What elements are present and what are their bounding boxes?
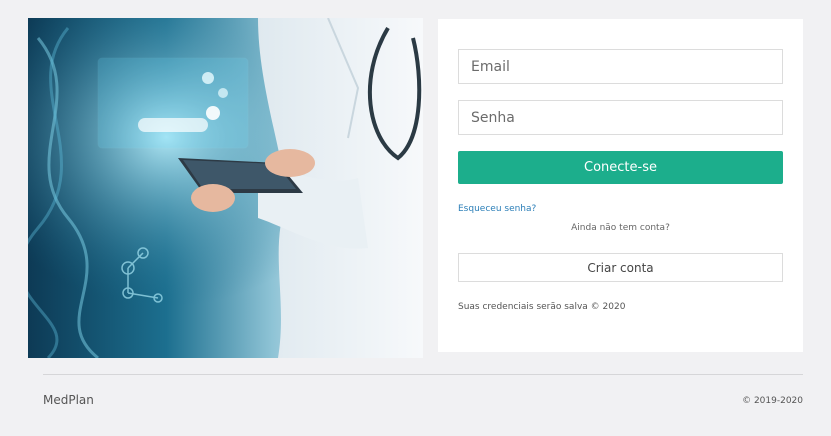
- footer-copyright: © 2019-2020: [742, 396, 803, 406]
- footer-divider: [43, 374, 803, 375]
- create-account-button[interactable]: Criar conta: [458, 253, 783, 282]
- no-account-text: Ainda não tem conta?: [571, 223, 670, 233]
- doctor-tablet-illustration: [28, 18, 423, 358]
- credentials-note: Suas credenciais serão salva © 2020: [458, 302, 626, 312]
- email-field[interactable]: [458, 49, 783, 84]
- hero-image: [28, 18, 423, 358]
- login-button[interactable]: Conecte-se: [458, 151, 783, 184]
- login-card: Conecte-se Esqueceu senha? Ainda não tem…: [438, 19, 803, 352]
- password-field[interactable]: [458, 100, 783, 135]
- forgot-password-link[interactable]: Esqueceu senha?: [458, 204, 536, 214]
- footer-brand: MedPlan: [43, 393, 94, 407]
